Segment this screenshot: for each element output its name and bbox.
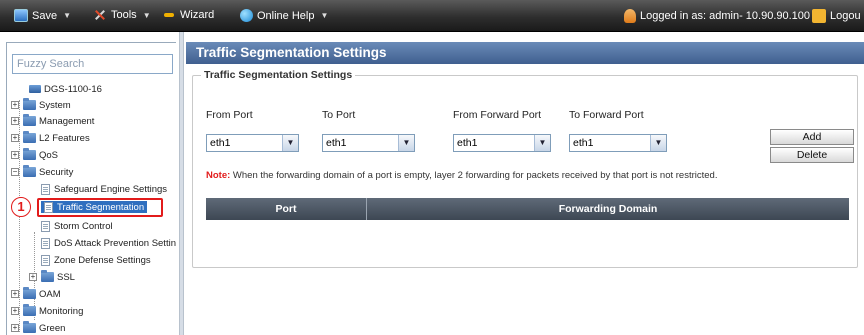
tree-node-zone-defense[interactable]: Zone Defense Settings: [41, 254, 151, 266]
folder-icon: [23, 98, 36, 110]
tree-node-device[interactable]: DGS-1100-16: [29, 83, 102, 95]
expand-icon[interactable]: +: [11, 101, 19, 109]
tree-node-system[interactable]: + System: [11, 98, 71, 111]
note-body: When the forwarding domain of a port is …: [230, 170, 718, 181]
from-forward-port-label: From Forward Port: [453, 109, 542, 121]
section-legend: Traffic Segmentation Settings: [201, 69, 356, 81]
folder-icon: [23, 287, 36, 299]
expand-icon[interactable]: +: [11, 324, 19, 332]
chevron-down-icon: ▼: [63, 11, 71, 20]
navigation-panel: Fuzzy Search DGS-1100-16 + System + Mana…: [6, 42, 176, 335]
tree-node-dos-attack[interactable]: DoS Attack Prevention Settin: [41, 237, 176, 249]
page-icon: [41, 237, 50, 249]
from-forward-port-select[interactable]: eth1 ▼: [453, 134, 551, 152]
save-label: Save: [32, 9, 58, 22]
tree-node-storm-control[interactable]: Storm Control: [41, 220, 113, 232]
chevron-down-icon: ▼: [320, 11, 329, 20]
logout-button[interactable]: Logou: [812, 9, 861, 23]
chevron-down-icon[interactable]: ▼: [398, 135, 414, 151]
chevron-down-icon[interactable]: ▼: [534, 135, 550, 151]
tools-icon: [93, 9, 107, 21]
save-icon: [14, 9, 28, 22]
chevron-down-icon[interactable]: ▼: [282, 135, 298, 151]
port-column-header: Port: [206, 198, 367, 220]
to-port-select[interactable]: eth1 ▼: [322, 134, 415, 152]
logout-label: Logou: [830, 10, 861, 22]
tree-node-qos[interactable]: + QoS: [11, 148, 58, 161]
tools-label: Tools: [111, 9, 137, 21]
device-icon: [29, 85, 41, 93]
wizard-button[interactable]: Wizard: [162, 9, 214, 21]
save-menu[interactable]: Save ▼: [14, 9, 71, 22]
folder-icon: [23, 321, 36, 333]
note-text: Note: When the forwarding domain of a po…: [206, 170, 717, 181]
expand-icon[interactable]: +: [29, 273, 37, 281]
search-input[interactable]: Fuzzy Search: [12, 54, 173, 74]
tree-node-oam[interactable]: + OAM: [11, 287, 61, 300]
add-button[interactable]: Add: [770, 129, 854, 145]
to-port-label: To Port: [322, 109, 356, 121]
note-label: Note:: [206, 170, 231, 181]
folder-icon: [23, 131, 36, 143]
folder-icon: [23, 148, 36, 160]
forwarding-domain-column-header: Forwarding Domain: [558, 203, 658, 215]
folder-icon: [41, 270, 54, 282]
logged-in-text: Logged in as: admin- 10.90.90.100: [640, 10, 811, 22]
tree-node-ssl[interactable]: + SSL: [29, 270, 75, 283]
delete-button[interactable]: Delete: [770, 147, 854, 163]
to-forward-port-select[interactable]: eth1 ▼: [569, 134, 667, 152]
folder-icon: [23, 304, 36, 316]
page-title: Traffic Segmentation Settings: [186, 42, 864, 64]
online-help-menu[interactable]: Online Help ▼: [240, 9, 328, 22]
expand-icon[interactable]: +: [11, 117, 19, 125]
forwarding-table-header: Port Forwarding Domain: [206, 198, 849, 220]
tree-node-management[interactable]: + Management: [11, 114, 94, 127]
tools-menu[interactable]: Tools ▼: [93, 9, 151, 21]
chevron-down-icon: ▼: [142, 10, 151, 20]
folder-icon: [23, 114, 36, 126]
chevron-down-icon[interactable]: ▼: [650, 135, 666, 151]
top-toolbar: Save ▼ Tools ▼ Wizard Online Help ▼ Logg…: [0, 0, 864, 32]
main-content: Traffic Segmentation Settings Traffic Se…: [186, 42, 864, 335]
help-icon: [240, 9, 253, 22]
page-icon: [41, 220, 50, 232]
collapse-icon[interactable]: −: [11, 168, 19, 176]
page-icon: [41, 254, 50, 266]
tree-node-safeguard-engine[interactable]: Safeguard Engine Settings: [41, 183, 167, 195]
user-icon: [624, 9, 636, 23]
page-icon: [41, 183, 50, 195]
panel-splitter[interactable]: [179, 32, 184, 335]
online-help-label: Online Help: [257, 9, 315, 22]
expand-icon[interactable]: +: [11, 151, 19, 159]
tree-node-green[interactable]: + Green: [11, 321, 65, 334]
wizard-icon: [162, 9, 176, 21]
expand-icon[interactable]: +: [11, 307, 19, 315]
folder-open-icon: [23, 165, 36, 177]
wizard-label: Wizard: [180, 9, 215, 21]
to-forward-port-label: To Forward Port: [569, 109, 644, 121]
tree-node-l2-features[interactable]: + L2 Features: [11, 131, 90, 144]
expand-icon[interactable]: +: [11, 290, 19, 298]
from-port-select[interactable]: eth1 ▼: [206, 134, 299, 152]
tree-node-monitoring[interactable]: + Monitoring: [11, 304, 83, 317]
logout-icon: [812, 9, 826, 23]
step-callout: 1: [11, 197, 31, 217]
highlight-box: [37, 198, 163, 217]
tree-node-security[interactable]: − Security: [11, 165, 73, 178]
logged-in-status: Logged in as: admin- 10.90.90.100: [624, 9, 810, 23]
from-port-label: From Port: [206, 109, 253, 121]
expand-icon[interactable]: +: [11, 134, 19, 142]
